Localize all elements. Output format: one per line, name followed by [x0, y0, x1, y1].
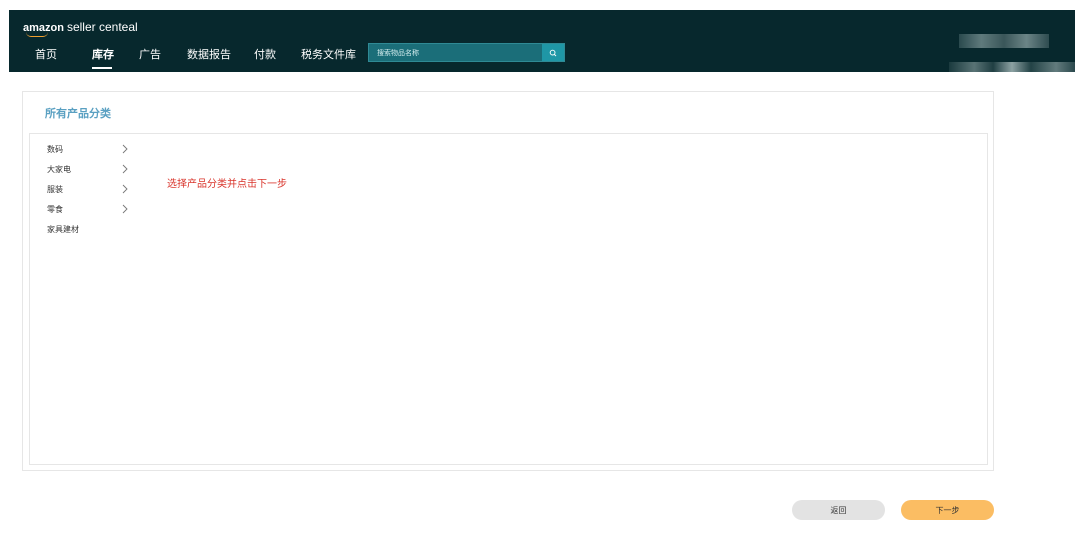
back-button[interactable]: 返回: [792, 500, 885, 520]
search-input[interactable]: [369, 44, 542, 61]
category-label: 大家电: [47, 165, 71, 174]
nav-item-advertising[interactable]: 广告: [139, 46, 161, 62]
category-label: 零食: [47, 205, 63, 214]
account-info-blurred: [959, 34, 1049, 48]
chevron-right-icon: [122, 164, 128, 174]
category-label: 数码: [47, 145, 63, 154]
category-label: 服装: [47, 185, 63, 194]
category-item-clothing[interactable]: 服装: [30, 180, 140, 200]
instruction-text: 选择产品分类并点击下一步: [167, 179, 287, 190]
account-links-blurred: [949, 62, 1075, 72]
category-panel: 数码 大家电 服装 零食 家具建材 选择产品分类并点击下一步: [29, 133, 988, 465]
seller-central-logo[interactable]: amazon seller centeal: [23, 20, 138, 37]
category-card: 所有产品分类 数码 大家电 服装 零食 家具建材 选择产品分类并点击下一步: [22, 91, 994, 471]
category-list: 数码 大家电 服装 零食 家具建材: [30, 140, 140, 240]
chevron-right-icon: [122, 184, 128, 194]
nav-item-tax-library[interactable]: 税务文件库: [301, 46, 356, 62]
search-button[interactable]: [542, 44, 564, 61]
chevron-right-icon: [122, 204, 128, 214]
category-item-appliances[interactable]: 大家电: [30, 160, 140, 180]
logo-text: seller centeal: [66, 20, 138, 34]
page-title: 所有产品分类: [45, 107, 111, 120]
nav-item-inventory[interactable]: 库存: [92, 46, 114, 62]
category-item-snacks[interactable]: 零食: [30, 200, 140, 220]
category-label: 家具建材: [47, 225, 79, 234]
category-item-furniture[interactable]: 家具建材: [30, 220, 140, 240]
nav-item-payments[interactable]: 付款: [254, 46, 276, 62]
chevron-right-icon: [122, 144, 128, 154]
search-icon: [549, 49, 557, 56]
logo-smile-icon: [26, 32, 48, 37]
category-item-digital[interactable]: 数码: [30, 140, 140, 160]
search-bar: [368, 43, 565, 62]
next-button[interactable]: 下一步: [901, 500, 994, 520]
nav-active-indicator: [92, 67, 112, 69]
top-header: amazon seller centeal 首页 库存 广告 数据报告 付款 税务…: [9, 10, 1075, 72]
nav-item-reports[interactable]: 数据报告: [187, 46, 231, 62]
nav-item-home[interactable]: 首页: [35, 46, 57, 62]
